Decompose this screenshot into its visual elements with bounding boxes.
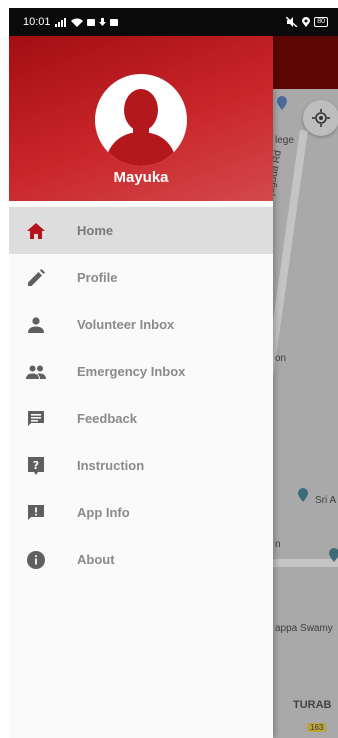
map-label-turab: TURAB [293,699,332,711]
alert-icon [26,503,46,523]
phone-screen: 10:01 80 lege Rajaguda Rd on Sri A n app… [9,8,338,738]
crosshair-icon [312,109,330,127]
header-divider [9,201,273,205]
image-icon [109,18,118,26]
drawer-header: Mayuka [9,36,273,201]
menu-item-feedback[interactable]: Feedback [9,395,273,442]
profile-name: Mayuka [113,169,169,186]
people-icon [26,362,46,382]
pencil-icon [26,268,46,288]
status-time: 10:01 [23,16,51,28]
download-icon [98,17,106,26]
home-icon [26,221,46,241]
menu-item-app-info[interactable]: App Info [9,489,273,536]
battery-icon: 80 [314,17,328,27]
menu-label: Emergency Inbox [77,364,186,379]
menu-item-profile[interactable]: Profile [9,254,273,301]
menu-item-emergency-inbox[interactable]: Emergency Inbox [9,348,273,395]
status-left: 10:01 [23,16,118,28]
status-bar: 10:01 80 [9,8,338,36]
menu-label: About [77,552,115,567]
drawer-menu: Home Profile Volunteer Inbox Emergency I… [9,207,273,583]
map-pin-icon[interactable] [327,548,338,562]
menu-label: Volunteer Inbox [77,317,175,332]
menu-item-volunteer-inbox[interactable]: Volunteer Inbox [9,301,273,348]
status-right: 80 [286,17,328,27]
wifi-icon [70,18,83,27]
map-label-on: on [275,353,287,364]
menu-label: App Info [77,505,130,520]
menu-label: Home [77,223,114,238]
info-icon [26,550,46,570]
menu-label: Feedback [77,411,137,426]
location-icon [302,17,311,27]
help-icon: ? [26,456,46,476]
my-location-button[interactable] [303,100,338,136]
menu-item-about[interactable]: About [9,536,273,583]
navigation-drawer: Mayuka Home Profile Volunteer Inbox Emer… [9,36,273,738]
menu-item-instruction[interactable]: ? Instruction [9,442,273,489]
map-pin-icon[interactable] [275,96,289,110]
feedback-icon [26,409,46,429]
menu-item-home[interactable]: Home [9,207,273,254]
map-label-college: lege [275,135,294,146]
map-route-badge: 163 [307,723,327,732]
person-icon [26,315,46,335]
avatar[interactable] [95,74,187,166]
map-label-swamy: appa Swamy [275,623,333,634]
menu-label: Profile [77,270,118,285]
user-silhouette-icon [105,89,177,166]
menu-label: Instruction [77,458,145,473]
signal-icon [54,17,66,27]
notification-icon [86,18,95,26]
map-label-n: n [275,539,281,550]
mute-icon [286,17,298,27]
map-pin-icon[interactable] [296,488,310,502]
map-label-sri: Sri A [315,495,337,506]
svg-text:?: ? [33,459,39,472]
